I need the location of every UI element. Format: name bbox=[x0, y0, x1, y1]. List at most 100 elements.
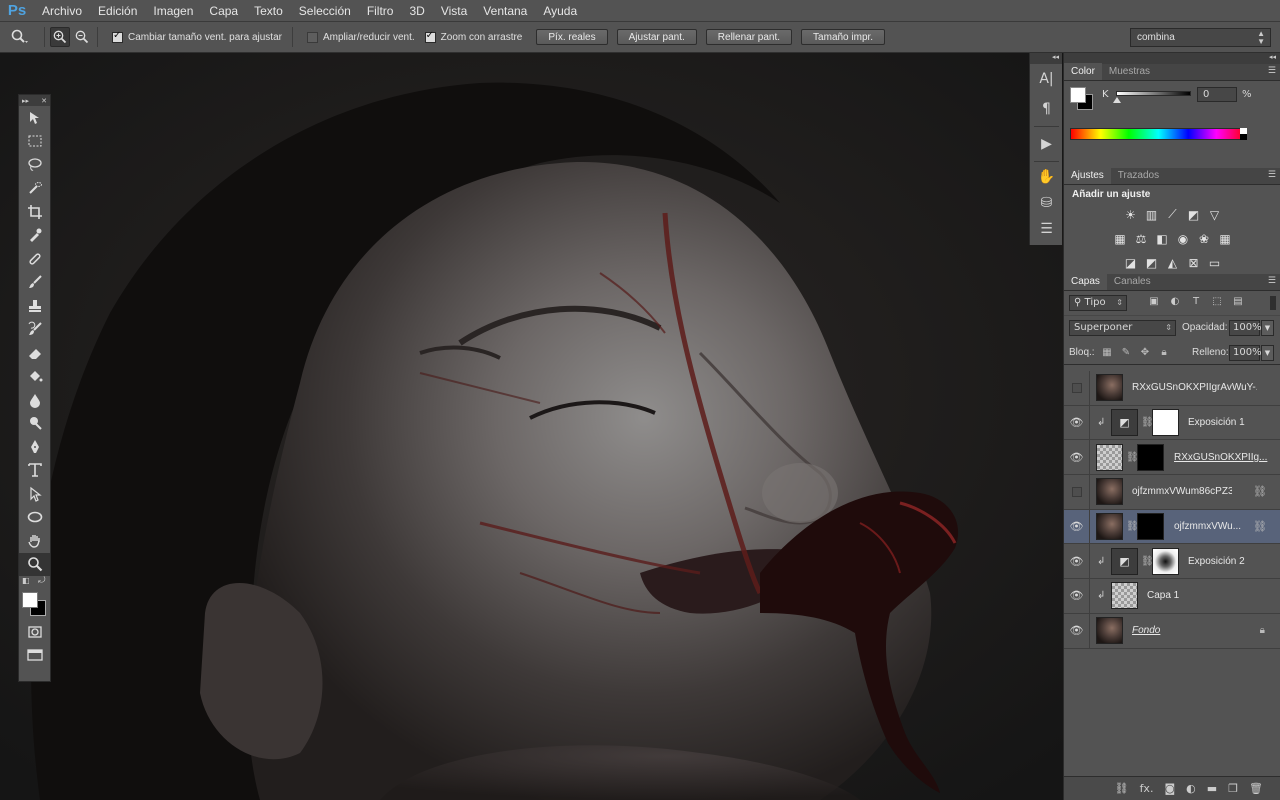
layer-mask-thumbnail[interactable] bbox=[1152, 547, 1179, 575]
eye-icon[interactable]: 👁︎ bbox=[1070, 451, 1084, 464]
tool-crop[interactable] bbox=[19, 200, 50, 224]
fit-screen-button[interactable]: Ajustar pant. bbox=[616, 29, 697, 45]
tool-brush[interactable] bbox=[19, 271, 50, 295]
new-adjustment-icon[interactable]: ◐ bbox=[1186, 782, 1196, 795]
posterize-icon[interactable]: ◩ bbox=[1144, 255, 1159, 270]
panel-menu-icon[interactable]: ☰ bbox=[1268, 170, 1276, 180]
tools-panel-header[interactable]: ▸▸ ✕ bbox=[19, 95, 50, 106]
exposure-icon[interactable]: ◩ bbox=[1186, 207, 1201, 222]
threshold-icon[interactable]: ◭ bbox=[1165, 255, 1180, 270]
zoom-out-button[interactable] bbox=[72, 27, 92, 47]
new-group-icon[interactable]: ▬ bbox=[1207, 782, 1217, 795]
hidden-eye-icon[interactable] bbox=[1071, 382, 1082, 393]
layer-row[interactable]: 👁︎ ↲ ◩ ⛓ Exposición 2 bbox=[1064, 544, 1280, 580]
layer-row[interactable]: 👁︎ ↲ Capa 1 bbox=[1064, 579, 1280, 614]
paragraph-panel-button[interactable]: ¶ bbox=[1030, 94, 1063, 124]
pixel-layer-filter-icon[interactable]: ▣ bbox=[1148, 296, 1160, 308]
layer-mask-thumbnail[interactable] bbox=[1137, 513, 1164, 541]
visibility-toggle[interactable] bbox=[1064, 475, 1090, 509]
link-icon[interactable]: ⛓ bbox=[1253, 485, 1267, 498]
hue-saturation-icon[interactable]: ▦ bbox=[1113, 231, 1128, 246]
levels-icon[interactable]: ▥ bbox=[1144, 207, 1159, 222]
tab-channels[interactable]: Canales bbox=[1107, 273, 1158, 290]
tool-clone-stamp[interactable] bbox=[19, 294, 50, 318]
eye-icon[interactable]: 👁︎ bbox=[1070, 624, 1084, 637]
lock-transparency-icon[interactable]: ▦ bbox=[1101, 347, 1113, 358]
tool-eraser[interactable] bbox=[19, 341, 50, 365]
lock-all-icon[interactable]: 🔒︎ bbox=[1158, 347, 1170, 358]
tool-path-selection[interactable] bbox=[19, 482, 50, 506]
menu-vista[interactable]: Vista bbox=[433, 0, 475, 22]
fill-input[interactable]: 100% bbox=[1229, 345, 1262, 361]
layer-name[interactable]: ojfzmmxVWum86cPZ39... bbox=[1132, 486, 1232, 497]
actual-pixels-button[interactable]: Píx. reales bbox=[536, 29, 608, 45]
menu-archivo[interactable]: Archivo bbox=[34, 0, 90, 22]
visibility-toggle[interactable]: 👁︎ bbox=[1064, 579, 1090, 613]
hidden-eye-icon[interactable] bbox=[1071, 486, 1082, 497]
eye-icon[interactable]: 👁︎ bbox=[1070, 555, 1084, 568]
menu-imagen[interactable]: Imagen bbox=[145, 0, 201, 22]
visibility-toggle[interactable]: 👁︎ bbox=[1064, 405, 1090, 440]
collapse-arrows-icon[interactable]: ▸▸ bbox=[22, 97, 29, 105]
smart-object-filter-icon[interactable]: ▤ bbox=[1232, 296, 1244, 308]
foreground-color-swatch[interactable] bbox=[22, 592, 38, 608]
fill-dropdown-icon[interactable]: ▼ bbox=[1261, 345, 1274, 361]
layer-name[interactable]: Fondo bbox=[1132, 625, 1212, 636]
menu-texto[interactable]: Texto bbox=[246, 0, 291, 22]
default-colors-icon[interactable]: ◧ bbox=[22, 576, 30, 585]
blend-mode-select[interactable]: Superponer ⇕ bbox=[1069, 320, 1176, 336]
zoom-all-windows-checkbox[interactable]: Ampliar/reducir vent. bbox=[306, 31, 415, 43]
shape-layer-filter-icon[interactable]: ⬚ bbox=[1211, 296, 1223, 308]
color-balance-icon[interactable]: ⚖ bbox=[1134, 231, 1149, 246]
link-icon[interactable]: ⛓ bbox=[1253, 520, 1267, 533]
menu-capa[interactable]: Capa bbox=[201, 0, 246, 22]
tool-presets-button[interactable]: ✋ bbox=[1030, 164, 1063, 190]
actions-panel-button[interactable]: ▶ bbox=[1030, 129, 1063, 159]
type-layer-filter-icon[interactable]: T bbox=[1190, 296, 1202, 308]
layer-mask-thumbnail[interactable] bbox=[1152, 409, 1179, 437]
tool-lasso[interactable] bbox=[19, 153, 50, 177]
tool-move[interactable] bbox=[19, 106, 50, 130]
scrubby-zoom-checkbox[interactable]: Zoom con arrastre bbox=[424, 30, 522, 43]
tool-ellipse[interactable] bbox=[19, 506, 50, 530]
lock-position-icon[interactable]: ✥ bbox=[1139, 347, 1151, 358]
zoom-in-button[interactable] bbox=[50, 27, 70, 47]
tool-hand[interactable] bbox=[19, 529, 50, 553]
quick-mask-button[interactable] bbox=[19, 620, 50, 644]
layer-name[interactable]: RXxGUSnOKXPIIg... bbox=[1174, 452, 1272, 463]
tool-quick-selection[interactable] bbox=[19, 177, 50, 201]
filter-toggle[interactable] bbox=[1270, 296, 1276, 310]
link-layers-icon[interactable]: ⛓ bbox=[1115, 782, 1129, 795]
tool-healing[interactable] bbox=[19, 247, 50, 271]
tool-pen[interactable] bbox=[19, 435, 50, 459]
menu-ayuda[interactable]: Ayuda bbox=[535, 0, 585, 22]
lock-icon[interactable]: 🔒︎ bbox=[1260, 625, 1265, 636]
tool-marquee[interactable] bbox=[19, 130, 50, 154]
tool-zoom[interactable] bbox=[19, 552, 50, 576]
menu-3d[interactable]: 3D bbox=[401, 0, 432, 22]
opacity-dropdown-icon[interactable]: ▼ bbox=[1261, 320, 1274, 336]
tool-preset-picker[interactable] bbox=[0, 22, 40, 53]
tab-paths[interactable]: Trazados bbox=[1111, 167, 1166, 184]
layer-row[interactable]: RXxGUSnOKXPIIgrAvWuY-... bbox=[1064, 371, 1280, 406]
tool-type[interactable] bbox=[19, 459, 50, 483]
menu-filtro[interactable]: Filtro bbox=[359, 0, 402, 22]
tool-paint-bucket[interactable] bbox=[19, 365, 50, 389]
visibility-toggle[interactable]: 👁︎ bbox=[1064, 613, 1090, 648]
resize-windows-checkbox[interactable]: Cambiar tamaño vent. para ajustar bbox=[112, 30, 282, 43]
black-white-icon[interactable]: ◧ bbox=[1155, 231, 1170, 246]
checkbox-checked[interactable] bbox=[424, 30, 436, 43]
layer-row-selected[interactable]: 👁︎ ⛓ ojfzmmxVWu... ⛓ bbox=[1064, 509, 1280, 545]
k-value-input[interactable]: 0 bbox=[1197, 87, 1237, 102]
layer-name[interactable]: ojfzmmxVWu... bbox=[1174, 521, 1246, 532]
layer-row[interactable]: 👁︎ ↲ ◩ ⛓ Exposición 1 bbox=[1064, 405, 1280, 441]
print-size-button[interactable]: Tamaño impr. bbox=[801, 29, 886, 45]
color-spectrum-bar[interactable] bbox=[1070, 128, 1247, 140]
gradient-map-icon[interactable]: ▭ bbox=[1207, 255, 1222, 270]
tab-color[interactable]: Color bbox=[1064, 63, 1102, 80]
eye-icon[interactable]: 👁︎ bbox=[1070, 416, 1084, 429]
foreground-color-swatch[interactable] bbox=[1070, 87, 1086, 103]
fx-icon[interactable]: fx. bbox=[1140, 782, 1154, 795]
curves-icon[interactable]: ⟋ bbox=[1165, 207, 1180, 222]
collapse-arrows-icon[interactable]: ◂◂ bbox=[1030, 53, 1062, 64]
